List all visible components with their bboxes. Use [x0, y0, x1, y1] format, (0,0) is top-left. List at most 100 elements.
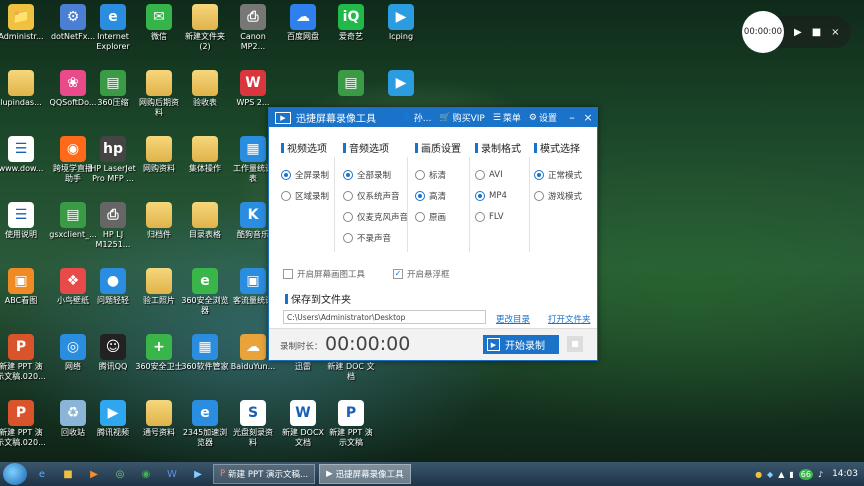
format-option[interactable]: AVI [475, 164, 521, 185]
app-icon: ❖ [60, 268, 86, 294]
app-icon: ▣ [8, 268, 34, 294]
radio-button[interactable] [475, 211, 485, 222]
buy-vip-button[interactable]: 🛒 购买VIP [439, 111, 484, 125]
desktop-icon[interactable]: P 新建 PPT 演 示文稿 [322, 396, 380, 448]
close-button[interactable]: × [581, 111, 595, 124]
tray-app-icon[interactable]: ▲ [778, 470, 784, 479]
desktop-icon[interactable]: W WPS 2... [224, 66, 282, 108]
radio-button[interactable] [475, 190, 485, 201]
radio-button[interactable] [343, 190, 353, 201]
stop-button[interactable] [567, 336, 583, 352]
change-dir-link[interactable]: 更改目录 [496, 313, 530, 325]
section-heading-text: 音频选项 [349, 144, 389, 155]
radio-button[interactable] [415, 169, 425, 180]
mini-stop-icon[interactable]: ■ [812, 27, 821, 38]
green-app-taskbar-icon[interactable]: ◉ [135, 465, 157, 483]
float-window-checkbox[interactable]: ✓ 开启悬浮框 [393, 268, 450, 280]
volume-icon[interactable]: ♪ [818, 470, 823, 479]
video-option[interactable]: 区域录制 [281, 185, 329, 206]
app-icon: ▶ [388, 70, 414, 96]
task-ppt[interactable]: P 新建 PPT 演示文稿... [213, 464, 316, 484]
save-path-field[interactable]: C:\Users\Administrator\Desktop [283, 310, 486, 324]
radio-button[interactable] [415, 211, 425, 222]
media-taskbar-icon[interactable]: ▶ [83, 465, 105, 483]
menu-button[interactable]: ☰ 菜单 [493, 111, 521, 125]
format-option[interactable]: FLV [475, 206, 521, 227]
desktop-icon[interactable]: P 新建 PPT 演 示文稿.020... [0, 330, 50, 382]
app-icon: e [100, 4, 126, 30]
network-icon[interactable]: ▮ [789, 470, 793, 479]
task-recorder[interactable]: ▶ 迅捷屏幕录像工具 [319, 464, 411, 484]
app-icon: P [8, 334, 34, 360]
desktop-icon[interactable]: ▶ [372, 66, 430, 98]
task-label: 新建 PPT 演示文稿... [228, 470, 309, 480]
audio-option[interactable]: 仅系统声音 [343, 185, 408, 206]
start-button[interactable] [3, 463, 27, 485]
recorder-titlebar[interactable]: ▶ 迅捷屏幕录像工具 👤 孙... 🛒 购买VIP ☰ 菜单 ⚙ 设置 – × [269, 108, 597, 127]
option-label: 区域录制 [295, 191, 330, 202]
radio-button[interactable] [343, 232, 353, 243]
accent-bar [343, 142, 346, 153]
desktop-icon[interactable]: P 新建 PPT 演 示文稿.020... [0, 396, 50, 448]
drawing-tools-checkbox[interactable]: 开启屏幕画图工具 [283, 268, 365, 280]
checkbox-label: 开启悬浮框 [407, 270, 450, 280]
desktop-icon-label: 使用说明 [5, 230, 37, 239]
mini-close-icon[interactable]: × [831, 27, 839, 38]
word-taskbar-icon[interactable]: W [161, 465, 183, 483]
desktop-icon[interactable]: ☰ www.dow... [0, 132, 50, 174]
audio-option[interactable]: 不录声音 [343, 227, 408, 248]
radio-button[interactable] [343, 211, 353, 222]
audio-option[interactable]: 仅麦克风声音 [343, 206, 408, 227]
audio-option[interactable]: 全部录制 [343, 164, 408, 185]
mode-option[interactable]: 正常模式 [534, 164, 582, 185]
radio-button[interactable] [343, 169, 353, 180]
play-icon: ▶ [487, 338, 500, 351]
quality-option[interactable]: 标清 [415, 164, 461, 185]
checkbox-box[interactable] [283, 269, 293, 279]
folder-icon [146, 202, 172, 228]
radio-button[interactable] [534, 169, 544, 180]
desktop-icon[interactable]: ▣ ABC看图 [0, 264, 50, 306]
radio-button[interactable] [281, 169, 291, 180]
start-record-button[interactable]: ▶ 开始录制 [483, 335, 559, 354]
quality-option[interactable]: 原画 [415, 206, 461, 227]
app-icon: ▦ [240, 136, 266, 162]
mini-play-icon[interactable]: ▶ [794, 27, 802, 38]
floating-record-bar[interactable]: 00:00:00 ▶ ■ × [742, 11, 851, 53]
tray-app-icon[interactable]: ● [755, 470, 762, 479]
minimize-button[interactable]: – [565, 111, 579, 124]
radio-button[interactable] [475, 169, 485, 180]
app-icon: hp [100, 136, 126, 162]
desktop-icon[interactable]: ☰ 使用说明 [0, 198, 50, 240]
section-heading: 视频选项 [281, 140, 329, 155]
desktop-icon[interactable]: ▶ lcping [372, 0, 430, 42]
format-option[interactable]: MP4 [475, 185, 521, 206]
settings-button[interactable]: ⚙ 设置 [529, 111, 557, 125]
app-icon: ⎙ [240, 4, 266, 30]
pinned-app-taskbar-icon[interactable]: ▶ [187, 465, 209, 483]
mode-options: 模式选择 正常模式 游戏模式 [534, 140, 582, 206]
ie-taskbar-icon[interactable]: e [31, 465, 53, 483]
user-button[interactable]: 👤 孙... [401, 111, 432, 125]
tray-badge[interactable]: 66 [798, 468, 813, 480]
folder-taskbar-icon[interactable]: ■ [57, 465, 79, 483]
radio-button[interactable] [534, 190, 544, 201]
mode-option[interactable]: 游戏模式 [534, 185, 582, 206]
radio-button[interactable] [415, 190, 425, 201]
video-option[interactable]: 全屏录制 [281, 164, 329, 185]
clock[interactable]: 14:03 [832, 469, 858, 479]
tray-app-icon[interactable]: ◆ [767, 470, 773, 479]
checkbox-label: 开启屏幕画图工具 [297, 270, 366, 280]
section-heading-text: 视频选项 [287, 144, 327, 155]
desktop-icon[interactable]: lupindas... [0, 66, 50, 108]
option-label: 标清 [429, 170, 447, 181]
desktop-icon[interactable]: 📁 Administr... [0, 0, 50, 42]
open-folder-link[interactable]: 打开文件夹 [548, 313, 591, 325]
checkbox-box[interactable]: ✓ [393, 269, 403, 279]
browser-taskbar-icon[interactable]: ◎ [109, 465, 131, 483]
radio-button[interactable] [281, 190, 291, 201]
option-label: 全部录制 [357, 170, 392, 181]
app-icon: ⎙ [100, 202, 126, 228]
quality-option[interactable]: 高清 [415, 185, 461, 206]
option-label: FLV [489, 211, 504, 222]
